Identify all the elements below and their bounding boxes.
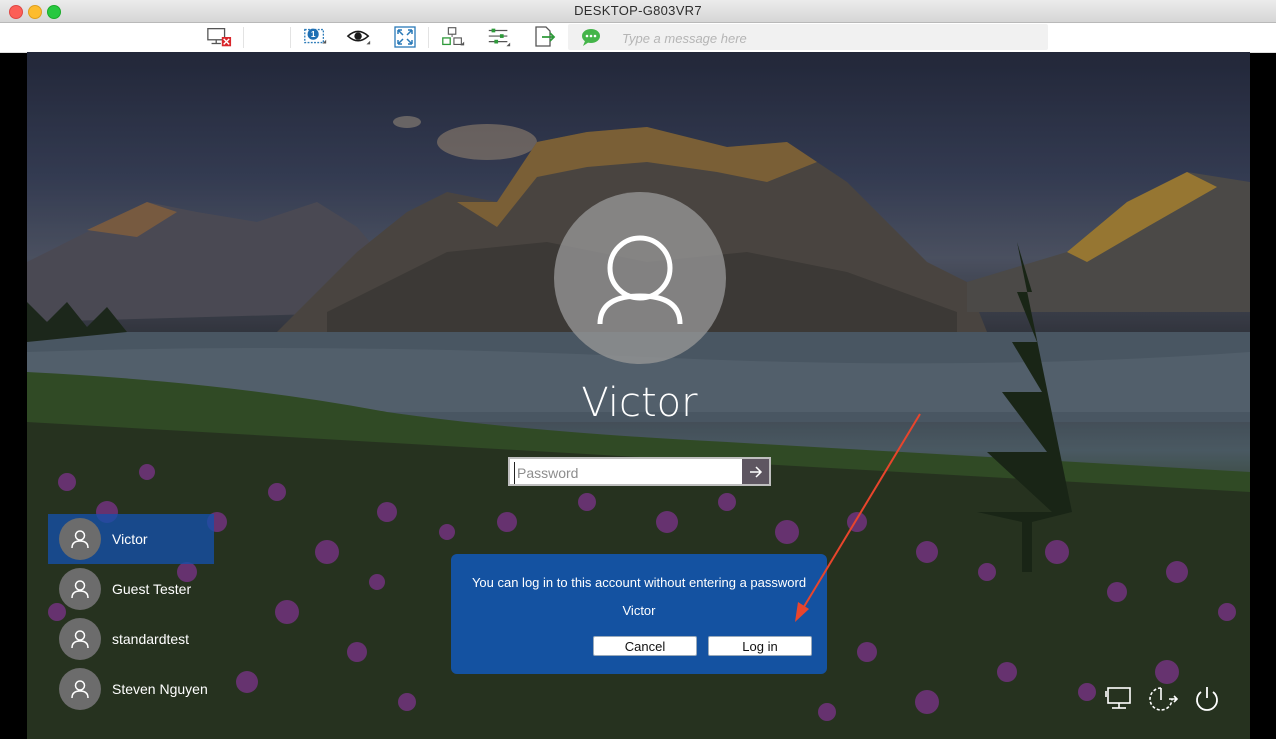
message-input[interactable] — [620, 27, 1024, 49]
user-name: Victor — [112, 531, 148, 547]
user-name: Guest Tester — [112, 581, 192, 597]
window-title: DESKTOP-G803VR7 — [574, 3, 702, 18]
user-list-item[interactable]: Victor — [48, 514, 214, 564]
view-icon[interactable] — [346, 25, 372, 49]
ease-of-access-icon[interactable] — [1146, 682, 1180, 716]
power-icon[interactable] — [1190, 682, 1224, 716]
avatar — [59, 668, 101, 710]
toolbar: 1 — [0, 23, 1276, 53]
user-icon — [71, 580, 89, 599]
password-field — [508, 457, 771, 486]
title-bar: DESKTOP-G803VR7 — [0, 0, 1276, 23]
login-button[interactable]: Log in — [708, 636, 812, 656]
avatar — [59, 568, 101, 610]
login-username: Victor — [581, 380, 698, 426]
user-icon — [597, 235, 683, 325]
disconnect-icon[interactable] — [206, 25, 232, 49]
remote-screen: Victor Victor Guest Tester standardtest … — [27, 52, 1250, 739]
user-name: standardtest — [112, 631, 190, 647]
user-list-item[interactable]: Guest Tester — [48, 564, 214, 614]
avatar — [59, 518, 101, 560]
message-bar — [568, 24, 1048, 50]
file-transfer-icon[interactable] — [532, 25, 558, 49]
user-list-item[interactable]: standardtest — [48, 614, 214, 664]
user-icon — [71, 530, 89, 549]
cancel-button[interactable]: Cancel — [593, 636, 697, 656]
user-icon — [71, 630, 89, 649]
network-icon[interactable] — [1103, 682, 1137, 716]
toolbar-separator — [428, 27, 429, 48]
user-list-item[interactable]: Steven Nguyen — [48, 664, 214, 714]
monitor-select-icon[interactable]: 1 — [302, 25, 328, 49]
actions-icon[interactable] — [440, 25, 466, 49]
dialog-message: You can log in to this account without e… — [471, 575, 807, 590]
password-input[interactable] — [514, 462, 744, 484]
user-name: Steven Nguyen — [112, 681, 208, 697]
toolbar-separator — [290, 27, 291, 48]
dialog-username: Victor — [622, 603, 656, 618]
arrow-right-icon — [749, 465, 762, 478]
settings-icon[interactable] — [486, 25, 512, 49]
svg-text:1: 1 — [311, 29, 316, 39]
user-icon — [71, 680, 89, 699]
submit-password-button[interactable] — [742, 459, 769, 484]
toolbar-separator — [243, 27, 244, 48]
passwordless-login-dialog: You can log in to this account without e… — [451, 554, 827, 674]
user-avatar-large — [554, 192, 726, 364]
avatar — [59, 618, 101, 660]
fullscreen-icon[interactable] — [392, 25, 418, 49]
chat-icon — [580, 27, 602, 52]
